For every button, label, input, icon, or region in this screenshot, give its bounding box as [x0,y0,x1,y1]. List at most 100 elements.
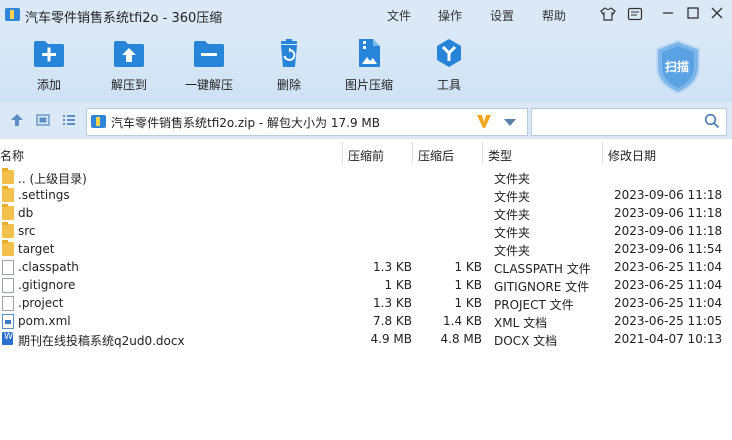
scan-label: 扫描 [665,60,690,74]
file-type: GITIGNORE 文件 [494,280,590,294]
search-input[interactable] [531,108,727,136]
extract-to-icon [114,41,144,67]
file-type: 文件夹 [494,208,531,222]
app-logo-icon [5,8,20,21]
list-item[interactable]: .settings 文件夹 2023-09-06 11:18 [0,186,732,204]
file-name: .. (上级目录) [18,172,87,186]
extract-to-button[interactable]: 解压到 [91,38,167,93]
list-item[interactable]: .classpath 1.3 KB 1 KB CLASSPATH 文件 2023… [0,258,732,276]
list-item[interactable]: .gitignore 1 KB 1 KB GITIGNORE 文件 2023-0… [0,276,732,294]
file-type: 文件夹 [494,190,531,204]
file-type: 文件夹 [494,172,531,186]
file-size-after: 4.8 MB [440,332,482,346]
toolbar: 添加 解压到 一键解压 删除 图片压缩 工具 扫描 [0,30,732,102]
file-name: 期刊在线投稿系统q2ud0.docx [18,334,185,348]
file-date: 2023-09-06 11:18 [614,206,723,220]
address-bar: 汽车零件销售系统tfi2o.zip - 解包大小为 17.9 MB [0,102,732,139]
add-label: 添加 [36,78,61,92]
file-size-before: 1.3 KB [373,296,412,310]
file-name: pom.xml [18,314,71,328]
file-size-before: 1.3 KB [373,260,412,274]
thumbnail-view-icon[interactable] [36,113,50,127]
path-field[interactable]: 汽车零件销售系统tfi2o.zip - 解包大小为 17.9 MB [86,108,528,136]
file-name: .gitignore [18,278,76,292]
maximize-icon[interactable] [684,6,702,24]
file-name: src [18,224,36,238]
file-icon [2,278,14,293]
file-size-after: 1 KB [454,260,482,274]
archive-path: 汽车零件销售系统tfi2o.zip - 解包大小为 17.9 MB [111,116,380,130]
image-compress-button[interactable]: 图片压缩 [331,38,407,93]
list-item[interactable]: .. (上级目录) 文件夹 [0,168,732,186]
folder-icon [2,222,14,238]
file-list: .. (上级目录) 文件夹 .settings 文件夹 2023-09-06 1… [0,168,732,348]
window-title: 汽车零件销售系统tfi2o - 360压缩 [25,11,223,26]
tools-label: 工具 [436,78,461,92]
folder-icon [2,168,14,184]
add-icon [34,41,64,67]
file-date: 2023-06-25 11:05 [614,314,723,328]
file-size-before: 4.9 MB [370,332,412,346]
file-type: 文件夹 [494,226,531,240]
title-bar: 汽车零件销售系统tfi2o - 360压缩 文件 操作 设置 帮助 [0,0,732,30]
menu-operation[interactable]: 操作 [438,7,462,24]
image-compress-label: 图片压缩 [344,78,393,92]
column-compressed-before[interactable]: 压缩前 [348,147,384,164]
folder-icon [2,240,14,256]
column-compressed-after[interactable]: 压缩后 [418,147,454,164]
file-type: PROJECT 文件 [494,298,574,312]
minimize-icon[interactable] [659,6,677,24]
list-item[interactable]: pom.xml 7.8 KB 1.4 KB XML 文档 2023-06-25 … [0,312,732,330]
file-type: DOCX 文档 [494,334,558,348]
file-size-before: 1 KB [384,278,412,292]
file-date: 2023-09-06 11:18 [614,188,723,202]
file-name: .classpath [18,260,79,274]
list-item[interactable]: 期刊在线投稿系统q2ud0.docx 4.9 MB 4.8 MB DOCX 文档… [0,330,732,348]
file-list-header: 名称 压缩前 压缩后 类型 修改日期 [0,142,732,164]
skin-icon[interactable] [599,6,617,24]
file-size-after: 1.4 KB [443,314,482,328]
archive-icon [91,115,106,128]
list-view-icon[interactable] [62,113,76,127]
up-arrow-icon[interactable] [10,113,24,127]
file-name: db [18,206,34,220]
file-date: 2021-04-07 10:13 [614,332,723,346]
file-icon [2,296,14,311]
feedback-icon[interactable] [626,6,644,24]
menu-help[interactable]: 帮助 [542,7,566,24]
search-icon[interactable] [704,113,720,132]
delete-icon [281,39,297,67]
list-item[interactable]: db 文件夹 2023-09-06 11:18 [0,204,732,222]
list-item[interactable]: target 文件夹 2023-09-06 11:54 [0,240,732,258]
column-type[interactable]: 类型 [488,147,512,164]
file-size-after: 1 KB [454,278,482,292]
file-date: 2023-09-06 11:18 [614,224,723,238]
list-item[interactable]: .project 1.3 KB 1 KB PROJECT 文件 2023-06-… [0,294,732,312]
list-item[interactable]: src 文件夹 2023-09-06 11:18 [0,222,732,240]
folder-icon [2,204,14,220]
column-separator[interactable] [602,142,603,164]
extract-to-label: 解压到 [110,78,147,92]
menu-file[interactable]: 文件 [387,7,411,24]
add-button[interactable]: 添加 [11,38,87,93]
one-click-extract-label: 一键解压 [184,78,233,92]
column-separator[interactable] [342,142,343,164]
file-date: 2023-06-25 11:04 [614,260,723,274]
file-date: 2023-09-06 11:54 [614,242,723,256]
word-doc-icon [2,332,13,345]
v-logo-icon[interactable] [475,112,493,133]
close-icon[interactable] [708,6,726,24]
file-date: 2023-06-25 11:04 [614,296,723,310]
one-click-extract-icon [194,41,224,67]
column-separator[interactable] [482,142,483,164]
one-click-extract-button[interactable]: 一键解压 [171,38,247,93]
image-compress-icon [359,39,380,67]
path-dropdown-icon[interactable] [504,119,516,126]
tools-button[interactable]: 工具 [411,38,487,93]
column-separator[interactable] [412,142,413,164]
delete-button[interactable]: 删除 [251,38,327,93]
column-name[interactable]: 名称 [0,147,24,164]
menu-settings[interactable]: 设置 [490,7,514,24]
scan-button[interactable]: 扫描 [653,39,703,95]
column-modified-date[interactable]: 修改日期 [608,147,656,164]
